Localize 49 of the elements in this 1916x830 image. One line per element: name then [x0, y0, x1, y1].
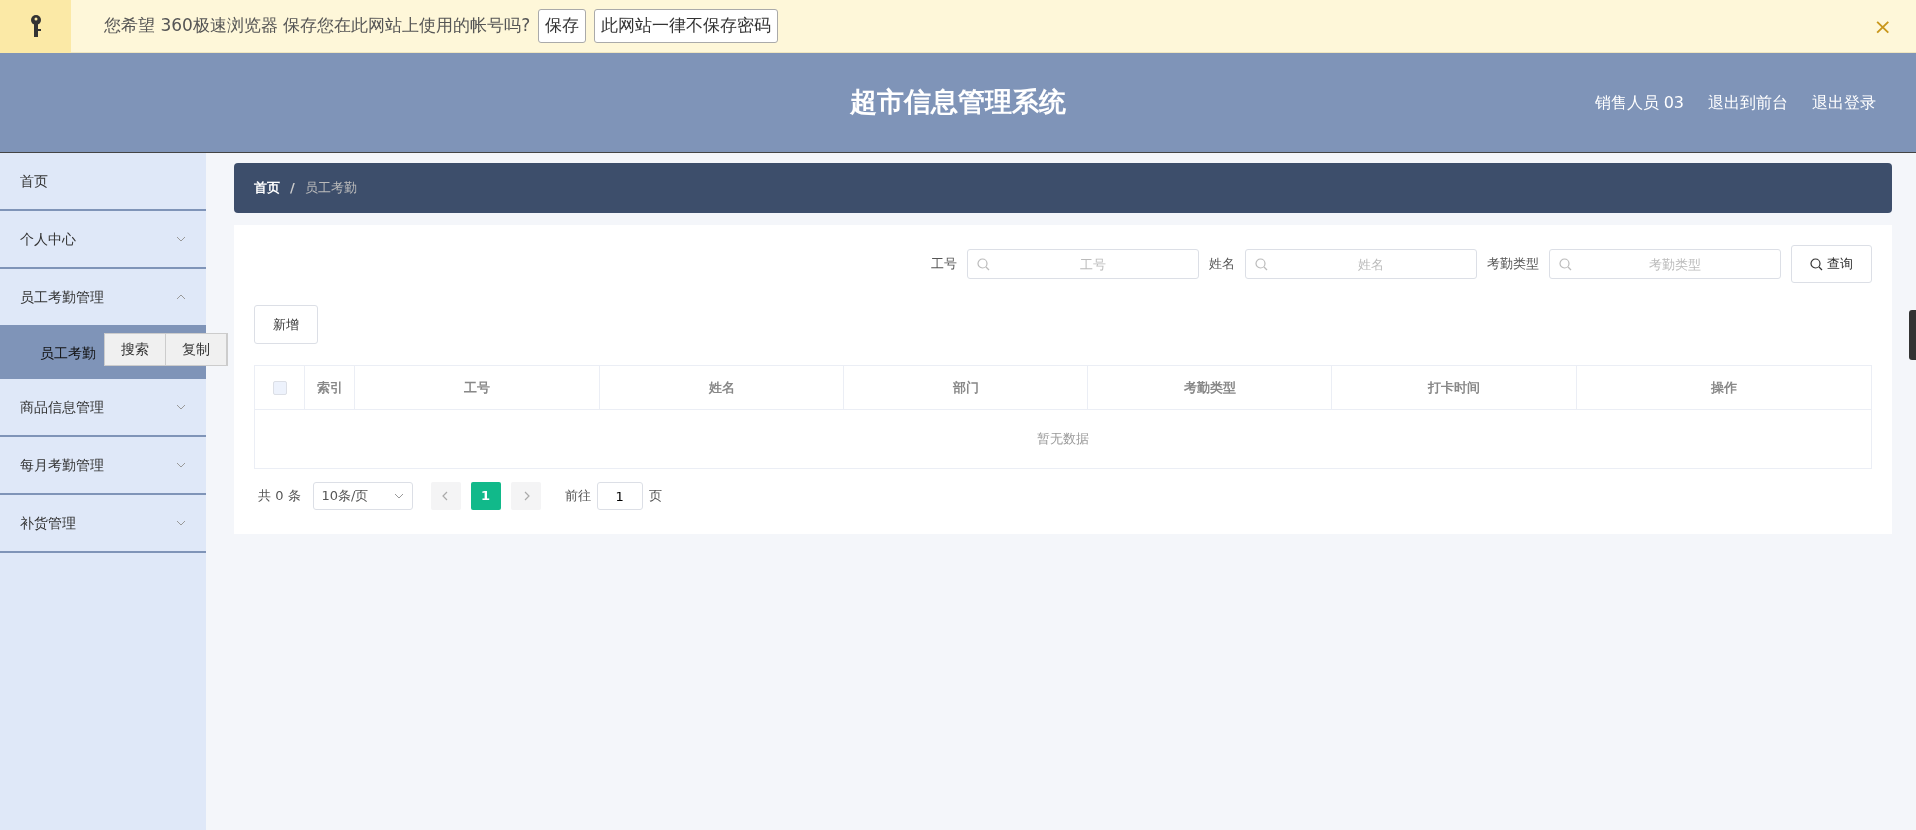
page-arrow-button[interactable]: [510, 482, 541, 510]
sidebar-item-label: 员工考勤管理: [20, 287, 104, 307]
field-label: 姓名: [1209, 255, 1235, 274]
page-size-value: 10条/页: [321, 487, 369, 506]
empty-table-text: 暂无数据: [1037, 430, 1089, 449]
search-icon: [1559, 258, 1572, 271]
page-input[interactable]: 1: [596, 482, 643, 510]
page-size-select[interactable]: 10条/页: [312, 482, 413, 510]
column-header: 打卡时间: [1332, 366, 1577, 410]
sidebar-item-label: 每月考勤管理: [20, 455, 104, 475]
total-count: 共 0 条: [258, 487, 301, 506]
add-button[interactable]: 新增: [254, 305, 318, 344]
column-header: 工号: [355, 366, 600, 410]
prompt-button[interactable]: 保存: [538, 9, 587, 43]
sidebar-menu[interactable]: 每月考勤管理: [0, 437, 206, 495]
column-header: 部门: [844, 366, 1088, 410]
sidebar-menu[interactable]: 商品信息管理: [0, 379, 206, 437]
sidebar-item[interactable]: 首页: [0, 153, 206, 211]
sidebar-item-label: 商品信息管理: [20, 397, 104, 417]
breadcrumb-item[interactable]: 首页: [254, 178, 280, 198]
breadcrumb-item: 员工考勤: [304, 179, 357, 198]
goto-label: 前往: [564, 487, 591, 506]
column-header: 考勤类型: [1088, 366, 1332, 410]
page-suffix: 页: [648, 487, 662, 506]
field-label: 工号: [931, 255, 957, 274]
search-field[interactable]: 考勤类型: [1549, 249, 1781, 279]
sidebar-item-label: 个人中心: [20, 229, 76, 249]
column-header: 索引: [305, 366, 355, 410]
app-title: 超市信息管理系统: [850, 85, 1066, 120]
sidebar-menu[interactable]: 补货管理: [0, 495, 206, 553]
column-header: 姓名: [600, 366, 844, 410]
select-all-checkbox[interactable]: [272, 380, 287, 395]
search-icon: [1255, 258, 1268, 271]
breadcrumb-separator: /: [290, 179, 295, 198]
column-header: 操作: [1577, 366, 1871, 410]
password-save-prompt: 您希望 360极速浏览器 保存您在此网站上使用的帐号吗?: [104, 14, 531, 38]
page-arrow-button[interactable]: [430, 482, 461, 510]
search-field[interactable]: 工号: [967, 249, 1199, 279]
side-handle[interactable]: [1909, 310, 1916, 360]
search-icon: [1810, 257, 1823, 271]
chevron-icon: [393, 493, 404, 499]
sidebar-menu[interactable]: 个人中心: [0, 211, 206, 269]
field-label: 考勤类型: [1487, 255, 1539, 274]
prompt-button[interactable]: 此网站一律不保存密码: [594, 9, 779, 43]
search-icon: [977, 258, 990, 271]
key-icon: [28, 14, 43, 38]
sidebar-item-label: 补货管理: [20, 513, 76, 533]
search-field[interactable]: 姓名: [1245, 249, 1477, 279]
search-button[interactable]: 查询: [1791, 245, 1872, 283]
